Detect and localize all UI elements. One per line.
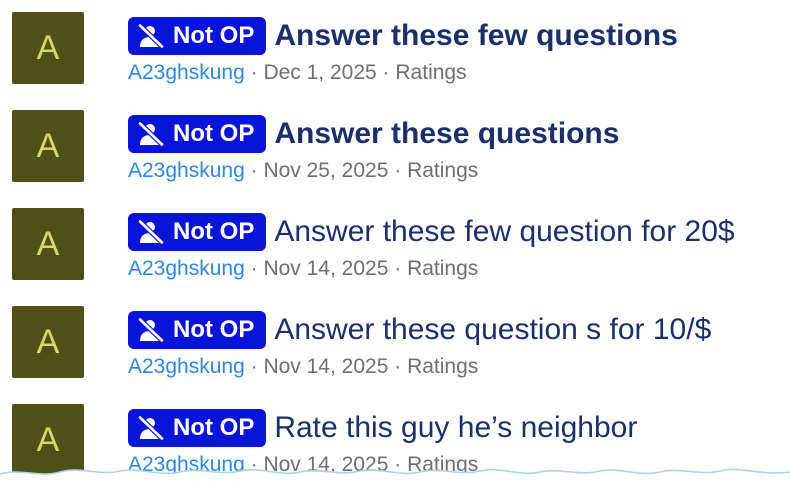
- not-op-badge: Not OP: [128, 17, 267, 55]
- meta-separator: ·: [394, 355, 402, 378]
- meta-separator: ·: [250, 257, 258, 280]
- meta-separator: ·: [382, 61, 390, 84]
- thread-date: Dec 1, 2025: [263, 61, 377, 84]
- section-link[interactable]: Ratings: [395, 61, 466, 84]
- thread-title-link[interactable]: Answer these few question for 20$: [274, 213, 734, 251]
- author-link[interactable]: A23ghskung: [128, 61, 245, 84]
- thread-date: Nov 25, 2025: [263, 159, 389, 182]
- thread-meta: A23ghskung · Nov 25, 2025 · Ratings: [128, 158, 478, 184]
- avatar[interactable]: A: [12, 306, 84, 378]
- thread-meta: A23ghskung · Dec 1, 2025 · Ratings: [128, 60, 467, 86]
- user-slash-icon: [138, 318, 164, 342]
- user-slash-icon: [138, 24, 164, 48]
- badge-label: Not OP: [173, 120, 255, 147]
- thread-title-link[interactable]: Answer these few questions: [274, 17, 677, 55]
- user-slash-icon: [138, 122, 164, 146]
- avatar[interactable]: A: [12, 208, 84, 280]
- not-op-badge: Not OP: [128, 409, 267, 447]
- meta-separator: ·: [394, 159, 402, 182]
- badge-label: Not OP: [173, 22, 255, 49]
- thread-title-link[interactable]: Rate this guy he’s neighbor: [274, 409, 637, 447]
- badge-label: Not OP: [173, 316, 255, 343]
- author-link[interactable]: A23ghskung: [128, 355, 245, 378]
- avatar[interactable]: A: [12, 12, 84, 84]
- meta-separator: ·: [250, 159, 258, 182]
- thread-title-line: Not OP Answer these question s for 10/$: [128, 311, 711, 351]
- thread-title-line: Not OP Answer these questions: [128, 115, 619, 155]
- section-link[interactable]: Ratings: [407, 355, 478, 378]
- author-link[interactable]: A23ghskung: [128, 159, 245, 182]
- section-link[interactable]: Ratings: [407, 257, 478, 280]
- not-op-badge: Not OP: [128, 115, 267, 153]
- thread-meta: A23ghskung · Nov 14, 2025 · Ratings: [128, 256, 478, 282]
- meta-separator: ·: [250, 61, 258, 84]
- avatar[interactable]: A: [12, 110, 84, 182]
- thread-row[interactable]: A Not OP Answer these question s for 10/…: [0, 294, 790, 392]
- thread-row[interactable]: A Not OP Answer these questions A23ghsku…: [0, 98, 790, 196]
- badge-label: Not OP: [173, 414, 255, 441]
- user-slash-icon: [138, 220, 164, 244]
- thread-title-line: Not OP Answer these few question for 20$: [128, 213, 735, 253]
- meta-separator: ·: [250, 355, 258, 378]
- meta-separator: ·: [394, 257, 402, 280]
- thread-title-line: Not OP Rate this guy he’s neighbor: [128, 409, 637, 449]
- thread-date: Nov 14, 2025: [263, 355, 389, 378]
- author-link[interactable]: A23ghskung: [128, 257, 245, 280]
- thread-row[interactable]: A Not OP Answer these few question for 2…: [0, 196, 790, 294]
- thread-row[interactable]: A Not OP Answer these few questions A23g…: [0, 0, 790, 98]
- section-link[interactable]: Ratings: [407, 159, 478, 182]
- torn-edge-divider: [0, 468, 790, 488]
- thread-date: Nov 14, 2025: [263, 257, 389, 280]
- badge-label: Not OP: [173, 218, 255, 245]
- thread-meta: A23ghskung · Nov 14, 2025 · Ratings: [128, 354, 478, 380]
- thread-title-link[interactable]: Answer these question s for 10/$: [274, 311, 711, 349]
- thread-title-link[interactable]: Answer these questions: [274, 115, 619, 153]
- thread-title-line: Not OP Answer these few questions: [128, 17, 678, 57]
- not-op-badge: Not OP: [128, 213, 267, 251]
- not-op-badge: Not OP: [128, 311, 267, 349]
- user-slash-icon: [138, 416, 164, 440]
